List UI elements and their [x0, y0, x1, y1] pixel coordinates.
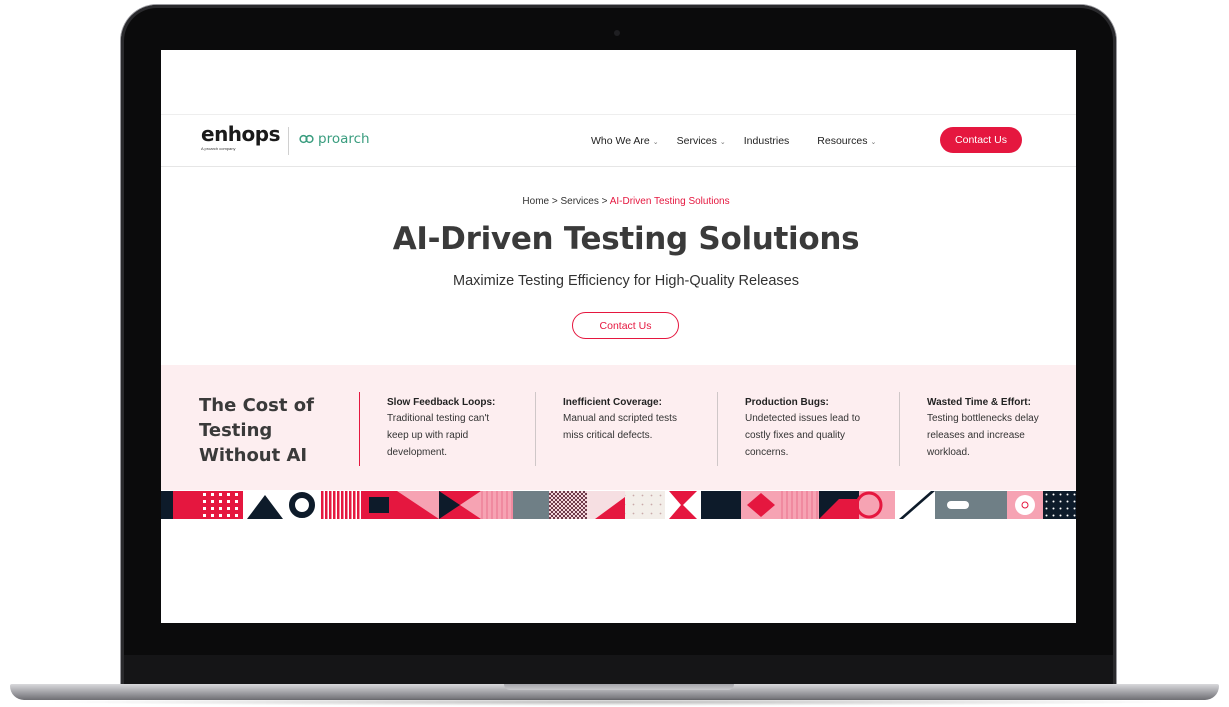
chevron-down-icon: ⌄ [719, 138, 726, 146]
pattern-tiles [161, 491, 1076, 519]
breadcrumb-current: AI-Driven Testing Solutions [609, 196, 730, 207]
camera-icon [614, 30, 620, 36]
point-divider [535, 392, 536, 466]
cost-section: The Cost of Testing Without AI Slow Feed… [161, 365, 1076, 490]
point-divider [899, 392, 900, 466]
breadcrumb-separator: > [601, 196, 610, 207]
breadcrumb-separator: > [551, 196, 561, 207]
page-subtitle: Maximize Testing Efficiency for High-Qua… [453, 273, 799, 289]
point-title: Inefficient Coverage: [563, 397, 662, 408]
logo-divider [288, 127, 289, 155]
breadcrumb: Home > Services > AI-Driven Testing Solu… [161, 196, 1076, 207]
header-contact-button[interactable]: Contact Us [940, 127, 1022, 153]
main-nav: Who We Are ⌄ Services ⌄ Industries Resou… [591, 115, 894, 166]
laptop-shadow [40, 698, 1190, 706]
logo-text: enhops [201, 122, 281, 146]
point-text: Undetected issues lead to costly fixes a… [745, 413, 861, 458]
laptop-chin [124, 655, 1113, 685]
site-header: enhops A proarch company proarch Who We … [161, 114, 1076, 167]
nav-label: Who We Are [591, 134, 650, 147]
point-text: Traditional testing can't keep up with r… [387, 413, 490, 458]
nav-item-resources[interactable]: Resources ⌄ [817, 135, 876, 147]
browser-viewport: enhops A proarch company proarch Who We … [161, 50, 1076, 623]
hero-contact-button[interactable]: Contact Us [572, 312, 679, 339]
breadcrumb-home[interactable]: Home [522, 196, 549, 207]
chevron-down-icon: ⌄ [870, 138, 877, 146]
chevron-down-icon: ⌄ [652, 138, 659, 146]
laptop-notch [504, 684, 734, 690]
cost-point-slow-feedback: Slow Feedback Loops: Traditional testing… [387, 396, 547, 461]
breadcrumb-services[interactable]: Services [561, 196, 599, 207]
nav-item-services[interactable]: Services ⌄ [677, 135, 726, 147]
proarch-infinity-icon [299, 134, 314, 144]
decorative-pattern-strip [161, 491, 1076, 519]
point-text: Manual and scripted tests miss critical … [563, 413, 677, 441]
cost-point-inefficient-coverage: Inefficient Coverage: Manual and scripte… [563, 396, 723, 444]
cost-section-title: The Cost of Testing Without AI [199, 395, 314, 466]
proarch-logo[interactable]: proarch [299, 129, 370, 149]
point-title: Wasted Time & Effort: [927, 397, 1031, 408]
page-title: AI-Driven Testing Solutions [392, 221, 860, 257]
partner-name: proarch [318, 131, 370, 147]
cost-point-production-bugs: Production Bugs: Undetected issues lead … [745, 396, 905, 461]
point-title: Production Bugs: [745, 397, 829, 408]
nav-label: Industries [743, 134, 790, 147]
point-text: Testing bottlenecks delay releases and i… [927, 413, 1039, 458]
point-divider [717, 392, 718, 466]
point-title: Slow Feedback Loops: [387, 397, 496, 408]
cost-point-wasted-time: Wasted Time & Effort: Testing bottleneck… [927, 396, 1076, 461]
nav-item-who-we-are[interactable]: Who We Are ⌄ [591, 135, 659, 147]
nav-item-industries[interactable]: Industries [744, 135, 790, 147]
enhops-logo[interactable]: enhops A proarch company [201, 123, 281, 155]
accent-divider [359, 392, 360, 466]
nav-label: Resources [817, 134, 868, 147]
logo-tagline: A proarch company [201, 146, 236, 151]
nav-label: Services [676, 134, 717, 147]
